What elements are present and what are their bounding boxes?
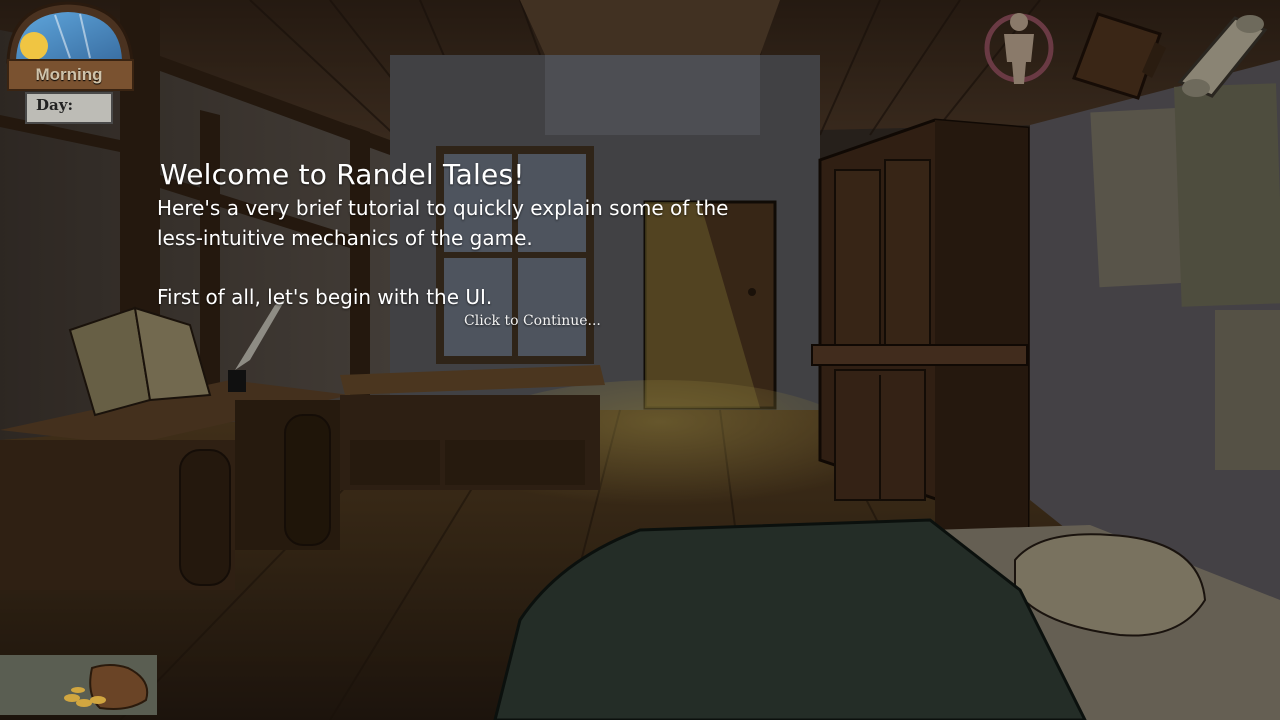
tutorial-title: Welcome to Randel Tales!	[160, 158, 525, 191]
bedroom-scene	[0, 0, 1280, 720]
journal-button[interactable]	[1072, 10, 1168, 102]
character-button[interactable]	[984, 8, 1056, 90]
time-of-day-label: Morning	[35, 65, 103, 84]
day-label: Day:	[36, 96, 73, 114]
continue-prompt[interactable]: Click to Continue...	[464, 313, 601, 329]
map-button[interactable]	[1175, 12, 1275, 102]
inventory-pouch-button[interactable]	[0, 655, 157, 715]
time-widget: Morning Day:	[0, 0, 140, 130]
dim-overlay	[0, 0, 1280, 720]
tutorial-body: Here's a very brief tutorial to quickly …	[157, 196, 729, 309]
